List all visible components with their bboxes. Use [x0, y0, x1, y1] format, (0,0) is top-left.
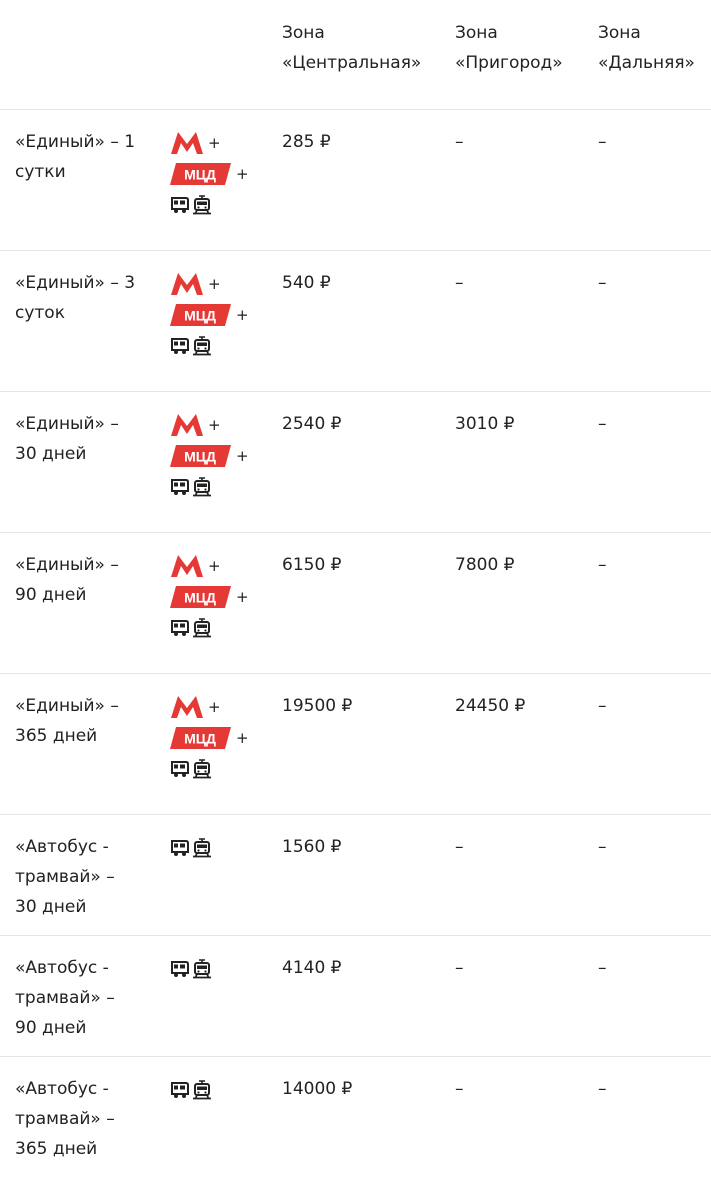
transport-modes: [170, 836, 275, 867]
mcd-label: МЦД: [184, 449, 216, 465]
price-central: 14000 ₽: [282, 1079, 353, 1099]
price-suburb: 24450 ₽: [455, 696, 526, 716]
price-far: –: [598, 414, 607, 434]
price-suburb: –: [455, 958, 464, 978]
tram-icon: [192, 959, 212, 979]
price-suburb: –: [455, 132, 464, 152]
mcd-label: МЦД: [184, 308, 216, 324]
ticket-name: «Автобус - трамвай» –90 дней: [15, 958, 115, 1038]
ticket-name: «Единый» –365 дней: [15, 696, 119, 746]
plus-sign: +: [236, 728, 249, 747]
tram-icon: [192, 618, 212, 638]
price-far: –: [598, 273, 607, 293]
price-far: –: [598, 1079, 607, 1099]
metro-m-icon: [170, 554, 204, 578]
mcd-label: МЦД: [184, 167, 216, 183]
plus-sign: +: [208, 274, 221, 293]
table-row: «Автобус - трамвай» –365 дней 14000 ₽ – –: [0, 1057, 711, 1178]
mcd-icon: МЦД: [170, 162, 232, 186]
tram-icon: [192, 759, 212, 779]
tram-icon: [192, 838, 212, 858]
transport-modes: + МЦД +: [170, 413, 275, 506]
plus-sign: +: [208, 415, 221, 434]
metro-m-icon: [170, 413, 204, 437]
ticket-name: «Автобус - трамвай» –365 дней: [15, 1079, 115, 1159]
price-far: –: [598, 555, 607, 575]
bus-icon: [170, 478, 190, 496]
ticket-name: «Единый» – 3 суток: [15, 273, 136, 323]
ticket-name: «Единый» – 1 сутки: [15, 132, 136, 182]
header-zone-suburb: Зона «Пригород»: [455, 23, 563, 73]
price-far: –: [598, 132, 607, 152]
transport-modes: + МЦД +: [170, 554, 275, 647]
bus-icon: [170, 196, 190, 214]
plus-sign: +: [236, 587, 249, 606]
price-central: 540 ₽: [282, 273, 331, 293]
transport-modes: + МЦД +: [170, 131, 275, 224]
tram-icon: [192, 195, 212, 215]
table-row: «Автобус - трамвай» –30 дней 1560 ₽ – –: [0, 815, 711, 936]
tram-icon: [192, 477, 212, 497]
bus-icon: [170, 337, 190, 355]
bus-icon: [170, 619, 190, 637]
plus-sign: +: [208, 697, 221, 716]
price-far: –: [598, 696, 607, 716]
plus-sign: +: [208, 556, 221, 575]
transport-modes: [170, 1078, 275, 1109]
header-zone-central: Зона «Центральная»: [282, 23, 422, 73]
metro-m-icon: [170, 131, 204, 155]
ticket-name: «Автобус - трамвай» –30 дней: [15, 837, 115, 917]
tram-icon: [192, 336, 212, 356]
header-zone-far: Зона «Дальняя»: [598, 23, 695, 73]
price-central: 285 ₽: [282, 132, 331, 152]
ticket-name: «Единый» –90 дней: [15, 555, 119, 605]
table-row: «Единый» – 1 сутки + МЦД +285 ₽ – –: [0, 110, 711, 251]
tram-icon: [192, 1080, 212, 1100]
table-body: «Единый» – 1 сутки + МЦД +285 ₽ – – «Единый» – …: [0, 110, 711, 1178]
price-suburb: –: [455, 1079, 464, 1099]
table-row: «Единый» –90 дней + МЦД +6150 ₽ 7800 ₽ –: [0, 533, 711, 674]
table-header: Зона «Центральная» Зона «Пригород» Зона …: [0, 0, 711, 110]
mcd-icon: МЦД: [170, 303, 232, 327]
transport-modes: [170, 957, 275, 988]
mcd-icon: МЦД: [170, 726, 232, 750]
transport-modes: + МЦД +: [170, 695, 275, 788]
metro-m-icon: [170, 272, 204, 296]
plus-sign: +: [208, 133, 221, 152]
price-central: 2540 ₽: [282, 414, 342, 434]
mcd-icon: МЦД: [170, 585, 232, 609]
mcd-label: МЦД: [184, 590, 216, 606]
plus-sign: +: [236, 164, 249, 183]
price-central: 1560 ₽: [282, 837, 342, 857]
plus-sign: +: [236, 446, 249, 465]
price-far: –: [598, 837, 607, 857]
table-row: «Единый» –30 дней + МЦД +2540 ₽ 3010 ₽ –: [0, 392, 711, 533]
transport-modes: + МЦД +: [170, 272, 275, 365]
metro-m-icon: [170, 695, 204, 719]
mcd-label: МЦД: [184, 731, 216, 747]
price-central: 19500 ₽: [282, 696, 353, 716]
price-far: –: [598, 958, 607, 978]
bus-icon: [170, 960, 190, 978]
bus-icon: [170, 839, 190, 857]
bus-icon: [170, 760, 190, 778]
mcd-icon: МЦД: [170, 444, 232, 468]
price-suburb: 3010 ₽: [455, 414, 515, 434]
price-central: 6150 ₽: [282, 555, 342, 575]
tariff-table: Зона «Центральная» Зона «Пригород» Зона …: [0, 0, 711, 1178]
ticket-name: «Единый» –30 дней: [15, 414, 119, 464]
price-suburb: –: [455, 273, 464, 293]
table-row: «Единый» – 3 суток + МЦД +540 ₽ – –: [0, 251, 711, 392]
price-central: 4140 ₽: [282, 958, 342, 978]
bus-icon: [170, 1081, 190, 1099]
plus-sign: +: [236, 305, 249, 324]
price-suburb: –: [455, 837, 464, 857]
price-suburb: 7800 ₽: [455, 555, 515, 575]
table-row: «Единый» –365 дней + МЦД +19500 ₽ 24450 ₽ –: [0, 674, 711, 815]
table-row: «Автобус - трамвай» –90 дней 4140 ₽ – –: [0, 936, 711, 1057]
